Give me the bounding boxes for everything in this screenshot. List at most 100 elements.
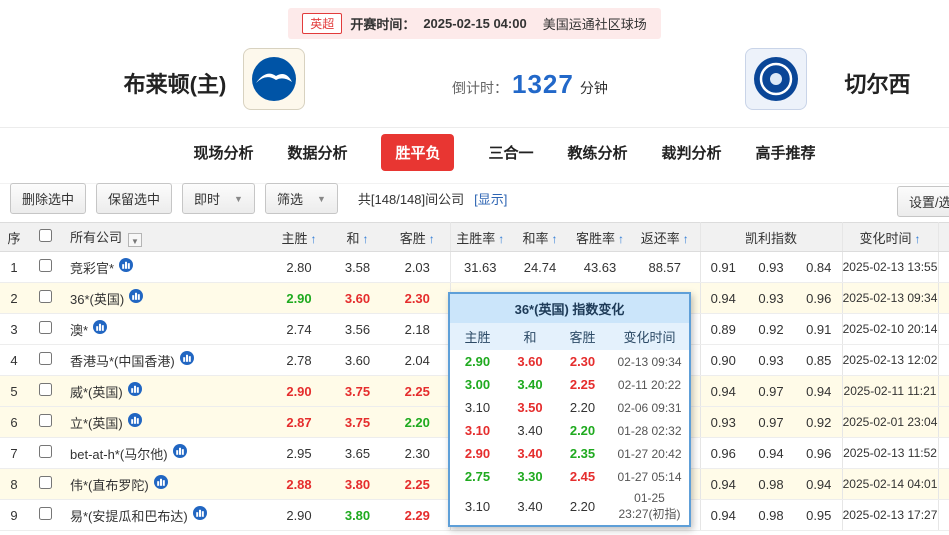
change-time-cell: 2025-02-13 12:02 xyxy=(842,345,938,376)
countdown-unit: 分钟 xyxy=(580,78,608,98)
filter-button[interactable]: 筛选▼ xyxy=(265,183,338,214)
kelly-draw-cell: 0.98 xyxy=(746,469,796,500)
home-odds-cell: 2.80 xyxy=(268,252,330,283)
company-odds-chart-icon[interactable] xyxy=(180,351,194,365)
company-odds-chart-icon[interactable] xyxy=(93,320,107,334)
company-name[interactable]: 易*(安提瓜和巴布达) xyxy=(70,509,188,524)
countdown-label: 倒计时： xyxy=(452,78,508,98)
tab-expert-picks[interactable]: 高手推荐 xyxy=(756,142,816,163)
kelly-home-cell: 0.96 xyxy=(700,438,746,469)
company-odds-chart-icon[interactable] xyxy=(129,289,143,303)
draw-odds-cell: 3.56 xyxy=(330,314,385,345)
return-rate-cell: 88.57 xyxy=(630,252,700,283)
popup-header-row: 主胜 和 客胜 变化时间 xyxy=(450,323,689,350)
sort-up-icon[interactable]: ↑ xyxy=(429,232,435,246)
sort-up-icon[interactable]: ↑ xyxy=(363,232,369,246)
kickoff-time: 2025-02-15 04:00 xyxy=(423,16,526,31)
company-odds-chart-icon[interactable] xyxy=(119,258,133,272)
company-odds-chart-icon[interactable] xyxy=(173,444,187,458)
popup-row: 3.10 3.40 2.20 01-25 23:27(初指) xyxy=(450,488,689,525)
row-checkbox[interactable] xyxy=(39,476,52,489)
row-number: 2 xyxy=(0,283,28,314)
kelly-home-cell: 0.89 xyxy=(700,314,746,345)
kelly-home-cell: 0.91 xyxy=(700,252,746,283)
sort-up-icon[interactable]: ↑ xyxy=(683,232,689,246)
tab-win-draw-lose[interactable]: 胜平负 xyxy=(381,134,454,171)
index-column-header: 序 xyxy=(0,223,28,252)
company-count-text: 共[148/148]间公司 xyxy=(358,189,464,208)
home-team-name: 布莱顿(主) xyxy=(105,67,245,99)
show-link[interactable]: [显示] xyxy=(474,189,507,208)
row-number: 7 xyxy=(0,438,28,469)
row-checkbox[interactable] xyxy=(39,383,52,396)
draw-odds-cell: 3.60 xyxy=(330,283,385,314)
company-name[interactable]: 竞彩官* xyxy=(70,261,114,276)
company-name[interactable]: 伟*(直布罗陀) xyxy=(70,478,149,493)
sort-up-icon[interactable]: ↑ xyxy=(311,232,317,246)
popup-title: 36*(英国) 指数变化 xyxy=(450,294,689,323)
company-odds-chart-icon[interactable] xyxy=(128,382,142,396)
keep-selected-button[interactable]: 保留选中 xyxy=(96,183,172,214)
kelly-draw-cell: 0.93 xyxy=(746,252,796,283)
analysis-nav: 现场分析 数据分析 胜平负 三合一 教练分析 裁判分析 高手推荐 xyxy=(0,127,949,177)
row-number: 6 xyxy=(0,407,28,438)
kelly-index-header: 凯利指数 xyxy=(700,223,842,252)
sort-up-icon[interactable]: ↑ xyxy=(915,232,921,246)
home-team-badge xyxy=(243,48,305,110)
delete-selected-button[interactable]: 删除选中 xyxy=(10,183,86,214)
tab-referee-analysis[interactable]: 裁判分析 xyxy=(662,142,722,163)
row-number: 5 xyxy=(0,376,28,407)
kelly-draw-cell: 0.97 xyxy=(746,407,796,438)
draw-odds-cell: 3.58 xyxy=(330,252,385,283)
tab-live-analysis[interactable]: 现场分析 xyxy=(193,142,253,163)
kelly-draw-cell: 0.93 xyxy=(746,345,796,376)
row-checkbox[interactable] xyxy=(39,414,52,427)
company-odds-chart-icon[interactable] xyxy=(154,475,168,489)
popup-row: 3.00 3.40 2.25 02-11 20:22 xyxy=(450,373,689,396)
odds-change-popup: 36*(英国) 指数变化 主胜 和 客胜 变化时间 2.90 3.60 2.30… xyxy=(448,292,691,527)
tab-three-in-one[interactable]: 三合一 xyxy=(488,142,533,163)
company-name[interactable]: 澳* xyxy=(70,323,88,338)
row-checkbox[interactable] xyxy=(39,290,52,303)
popup-row: 2.75 3.30 2.45 01-27 05:14 xyxy=(450,465,689,488)
company-filter-dropdown[interactable]: ▼ xyxy=(128,233,142,247)
draw-odds-cell: 3.80 xyxy=(330,469,385,500)
popup-away-header: 客胜 xyxy=(555,323,610,350)
popup-row: 2.90 3.60 2.30 02-13 09:34 xyxy=(450,350,689,373)
row-checkbox[interactable] xyxy=(39,507,52,520)
company-odds-chart-icon[interactable] xyxy=(128,413,142,427)
change-time-cell: 2025-02-13 13:55 xyxy=(842,252,938,283)
change-time-cell: 2025-02-13 09:34 xyxy=(842,283,938,314)
kelly-away-cell: 0.92 xyxy=(796,407,842,438)
company-name[interactable]: 香港马*(中国香港) xyxy=(70,354,175,369)
home-rate-header: 主胜率 xyxy=(456,231,495,246)
company-name[interactable]: 立*(英国) xyxy=(70,416,123,431)
company-name[interactable]: bet-at-h*(马尔他) xyxy=(70,447,168,462)
sort-up-icon[interactable]: ↑ xyxy=(498,232,504,246)
away-odds-cell: 2.29 xyxy=(385,500,450,531)
away-rate-header: 客胜率 xyxy=(576,231,615,246)
select-all-checkbox[interactable] xyxy=(39,229,52,242)
sort-up-icon[interactable]: ↑ xyxy=(618,232,624,246)
home-odds-cell: 2.90 xyxy=(268,283,330,314)
row-checkbox[interactable] xyxy=(39,259,52,272)
row-checkbox[interactable] xyxy=(39,352,52,365)
tab-data-analysis[interactable]: 数据分析 xyxy=(287,142,347,163)
row-checkbox[interactable] xyxy=(39,445,52,458)
home-odds-cell: 2.74 xyxy=(268,314,330,345)
table-header-row: 序 所有公司▼ 主胜↑ 和↑ 客胜↑ 主胜率↑ 和率↑ 客胜率↑ 返还率↑ 凯利… xyxy=(0,223,949,252)
row-checkbox[interactable] xyxy=(39,321,52,334)
change-time-cell: 2025-02-11 11:21 xyxy=(842,376,938,407)
draw-rate-cell: 24.74 xyxy=(510,252,570,283)
company-odds-chart-icon[interactable] xyxy=(193,506,207,520)
odds-comparison-page: 英超 开赛时间： 2025-02-15 04:00 美国运通社区球场 布莱顿(主… xyxy=(0,0,949,535)
instant-odds-select[interactable]: 即时▼ xyxy=(182,183,255,214)
settings-select-button[interactable]: 设置/选择 xyxy=(897,186,949,217)
away-odds-cell: 2.25 xyxy=(385,376,450,407)
match-info-bar: 英超 开赛时间： 2025-02-15 04:00 美国运通社区球场 xyxy=(0,8,949,39)
home-odds-header: 主胜 xyxy=(281,231,307,246)
tab-coach-analysis[interactable]: 教练分析 xyxy=(568,142,628,163)
company-name[interactable]: 36*(英国) xyxy=(70,292,124,307)
sort-up-icon[interactable]: ↑ xyxy=(552,232,558,246)
company-name[interactable]: 威*(英国) xyxy=(70,385,123,400)
